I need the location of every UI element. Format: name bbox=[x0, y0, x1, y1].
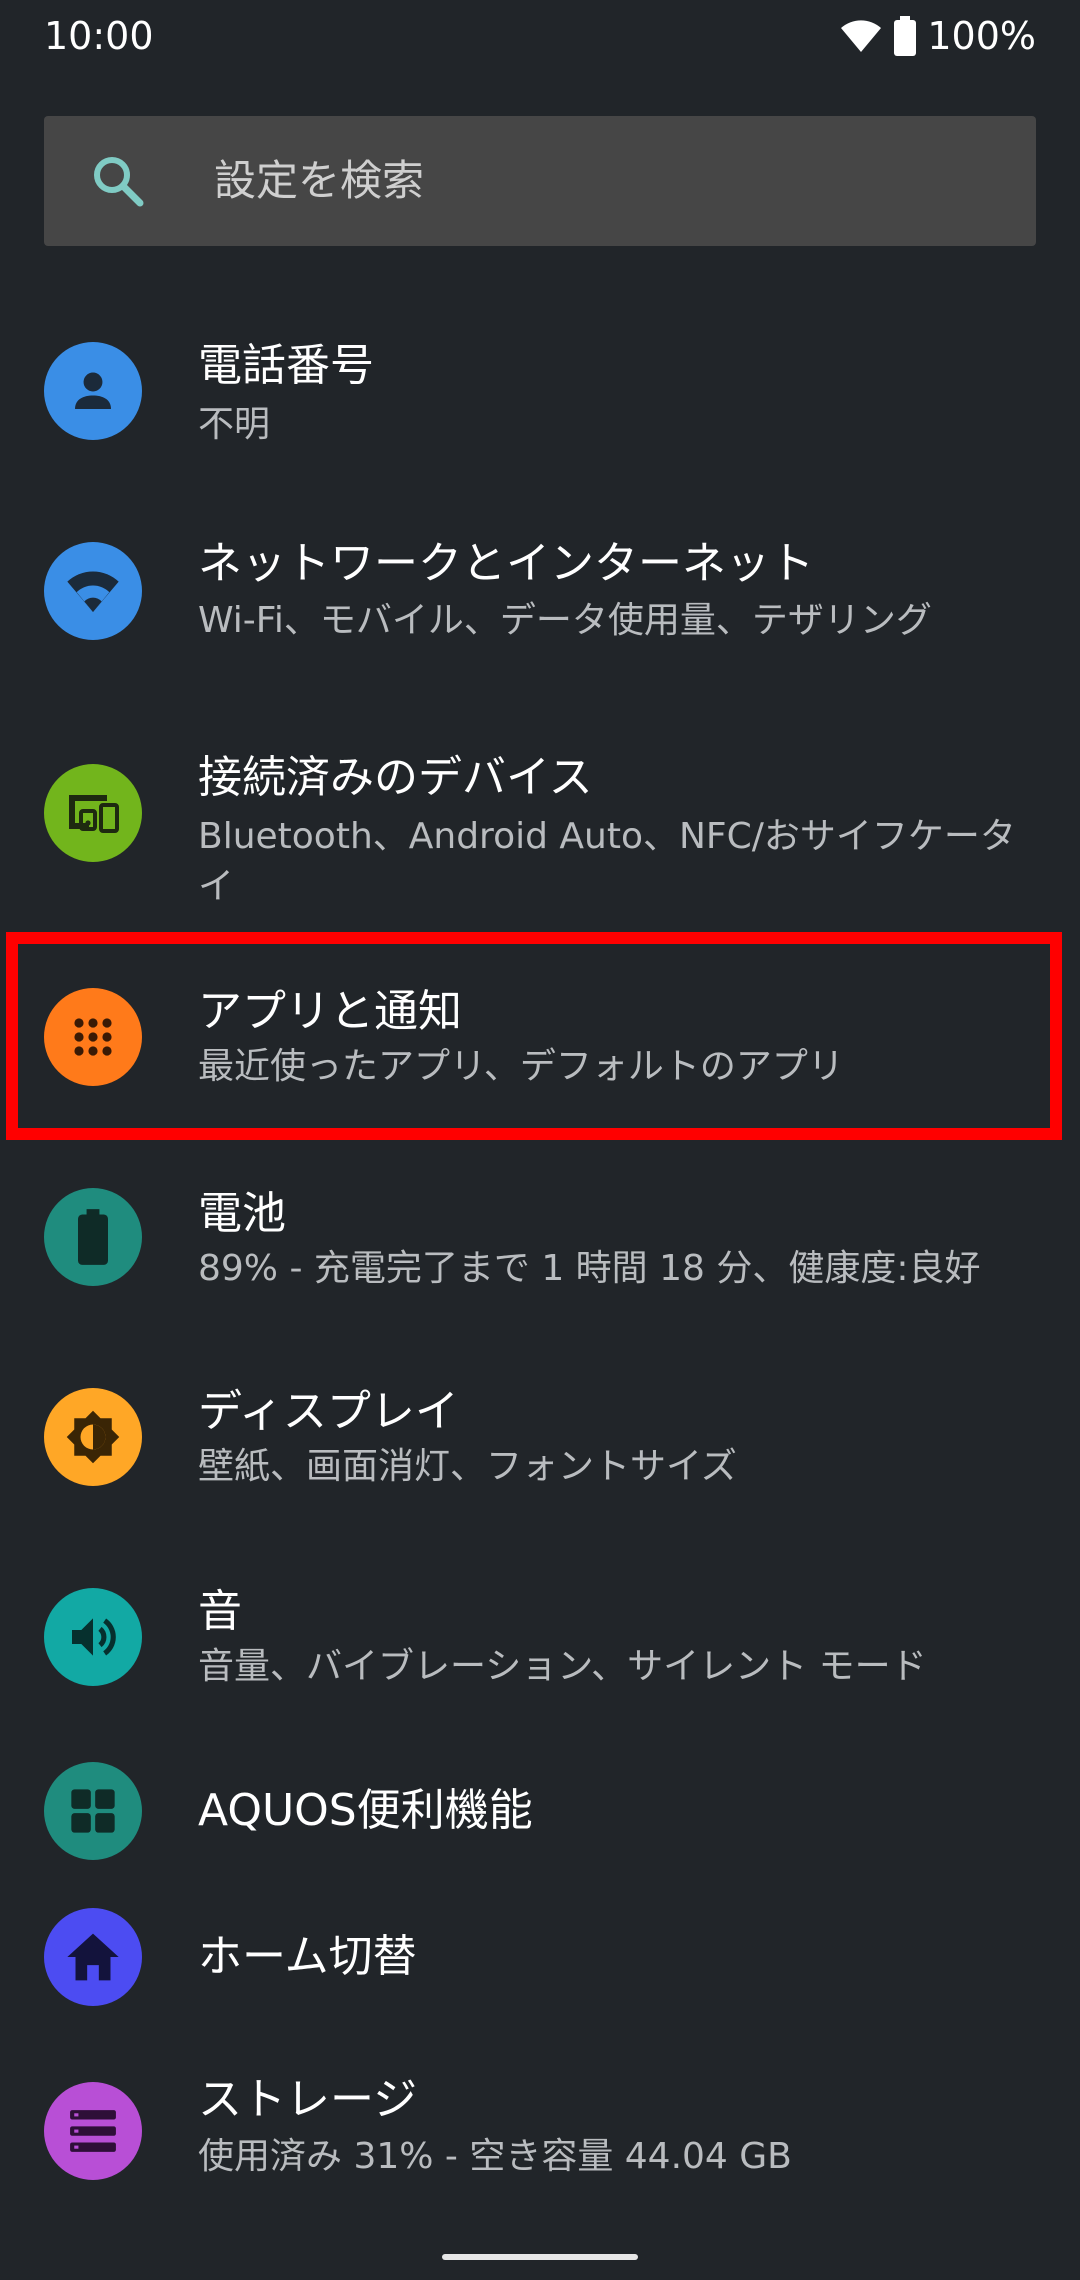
battery-icon bbox=[78, 1209, 108, 1265]
battery-percent: 100% bbox=[927, 14, 1036, 58]
home-icon-circle bbox=[44, 1908, 142, 2006]
battery-status-icon bbox=[894, 16, 917, 56]
settings-item-network[interactable]: ネットワークとインターネット Wi-Fi、モバイル、データ使用量、テザリング bbox=[0, 500, 1080, 700]
status-icons: 100% bbox=[839, 14, 1036, 58]
item-subtitle: 壁紙、画面消灯、フォントサイズ bbox=[198, 1446, 737, 1487]
item-subtitle: 使用済み 31% - 空き容量 44.04 GB bbox=[198, 2136, 792, 2177]
item-subtitle: Bluetooth、Android Auto、NFC/おサイフケータイ bbox=[198, 816, 1016, 907]
item-title: AQUOS便利機能 bbox=[198, 1785, 533, 1836]
status-bar: 10:00 100% bbox=[0, 0, 1080, 72]
item-title: 接続済みのデバイス bbox=[198, 752, 593, 803]
settings-item-display[interactable]: ディスプレイ 壁紙、画面消灯、フォントサイズ bbox=[0, 1350, 1080, 1545]
settings-item-battery[interactable]: 電池 89% - 充電完了まで 1 時間 18 分、健康度:良好 bbox=[0, 1150, 1080, 1345]
item-subtitle: 不明 bbox=[198, 404, 271, 445]
search-icon bbox=[94, 157, 144, 207]
storage-icon-circle bbox=[44, 2082, 142, 2180]
storage-icon bbox=[70, 2110, 116, 2152]
settings-item-home-switch[interactable]: ホーム切替 bbox=[0, 1895, 1080, 2025]
person-icon bbox=[75, 372, 111, 409]
brightness-icon bbox=[66, 1410, 120, 1464]
item-title: ストレージ bbox=[198, 2074, 418, 2125]
settings-item-phone-number[interactable]: 電話番号 不明 bbox=[0, 300, 1080, 485]
home-icon bbox=[67, 1933, 119, 1981]
wifi-status-icon bbox=[841, 20, 882, 52]
wifi-icon bbox=[67, 571, 119, 612]
devices-icon bbox=[69, 795, 119, 833]
item-subtitle: 音量、バイブレーション、サイレント モード bbox=[198, 1646, 927, 1687]
volume-icon-circle bbox=[44, 1588, 142, 1686]
settings-item-connected-devices[interactable]: 接続済みのデバイス Bluetooth、Android Auto、NFC/おサイ… bbox=[0, 720, 1080, 930]
item-title: ホーム切替 bbox=[198, 1931, 417, 1982]
settings-item-aquos-features[interactable]: AQUOS便利機能 bbox=[0, 1755, 1080, 1885]
search-placeholder: 設定を検索 bbox=[214, 156, 425, 205]
item-title: 電池 bbox=[198, 1188, 286, 1239]
highlight-box bbox=[6, 932, 1062, 1140]
item-title: 電話番号 bbox=[198, 340, 374, 391]
devices-icon-circle bbox=[44, 764, 142, 862]
item-title: 音 bbox=[198, 1586, 242, 1637]
item-subtitle: Wi-Fi、モバイル、データ使用量、テザリング bbox=[198, 600, 932, 641]
status-time: 10:00 bbox=[44, 14, 154, 58]
item-subtitle: 89% - 充電完了まで 1 時間 18 分、健康度:良好 bbox=[198, 1248, 981, 1289]
settings-item-sound[interactable]: 音 音量、バイブレーション、サイレント モード bbox=[0, 1550, 1080, 1745]
person-icon-circle bbox=[44, 342, 142, 440]
wifi-icon-circle bbox=[44, 542, 142, 640]
battery-icon-circle bbox=[44, 1188, 142, 1286]
search-bar[interactable]: 設定を検索 bbox=[44, 116, 1036, 246]
dashboard-icon bbox=[71, 1789, 115, 1833]
item-title: ネットワークとインターネット bbox=[198, 538, 814, 589]
settings-item-storage[interactable]: ストレージ 使用済み 31% - 空き容量 44.04 GB bbox=[0, 2040, 1080, 2235]
brightness-icon-circle bbox=[44, 1388, 142, 1486]
dashboard-icon-circle bbox=[44, 1762, 142, 1860]
volume-icon bbox=[72, 1618, 116, 1656]
home-indicator[interactable] bbox=[442, 2254, 638, 2260]
item-title: ディスプレイ bbox=[198, 1386, 459, 1437]
